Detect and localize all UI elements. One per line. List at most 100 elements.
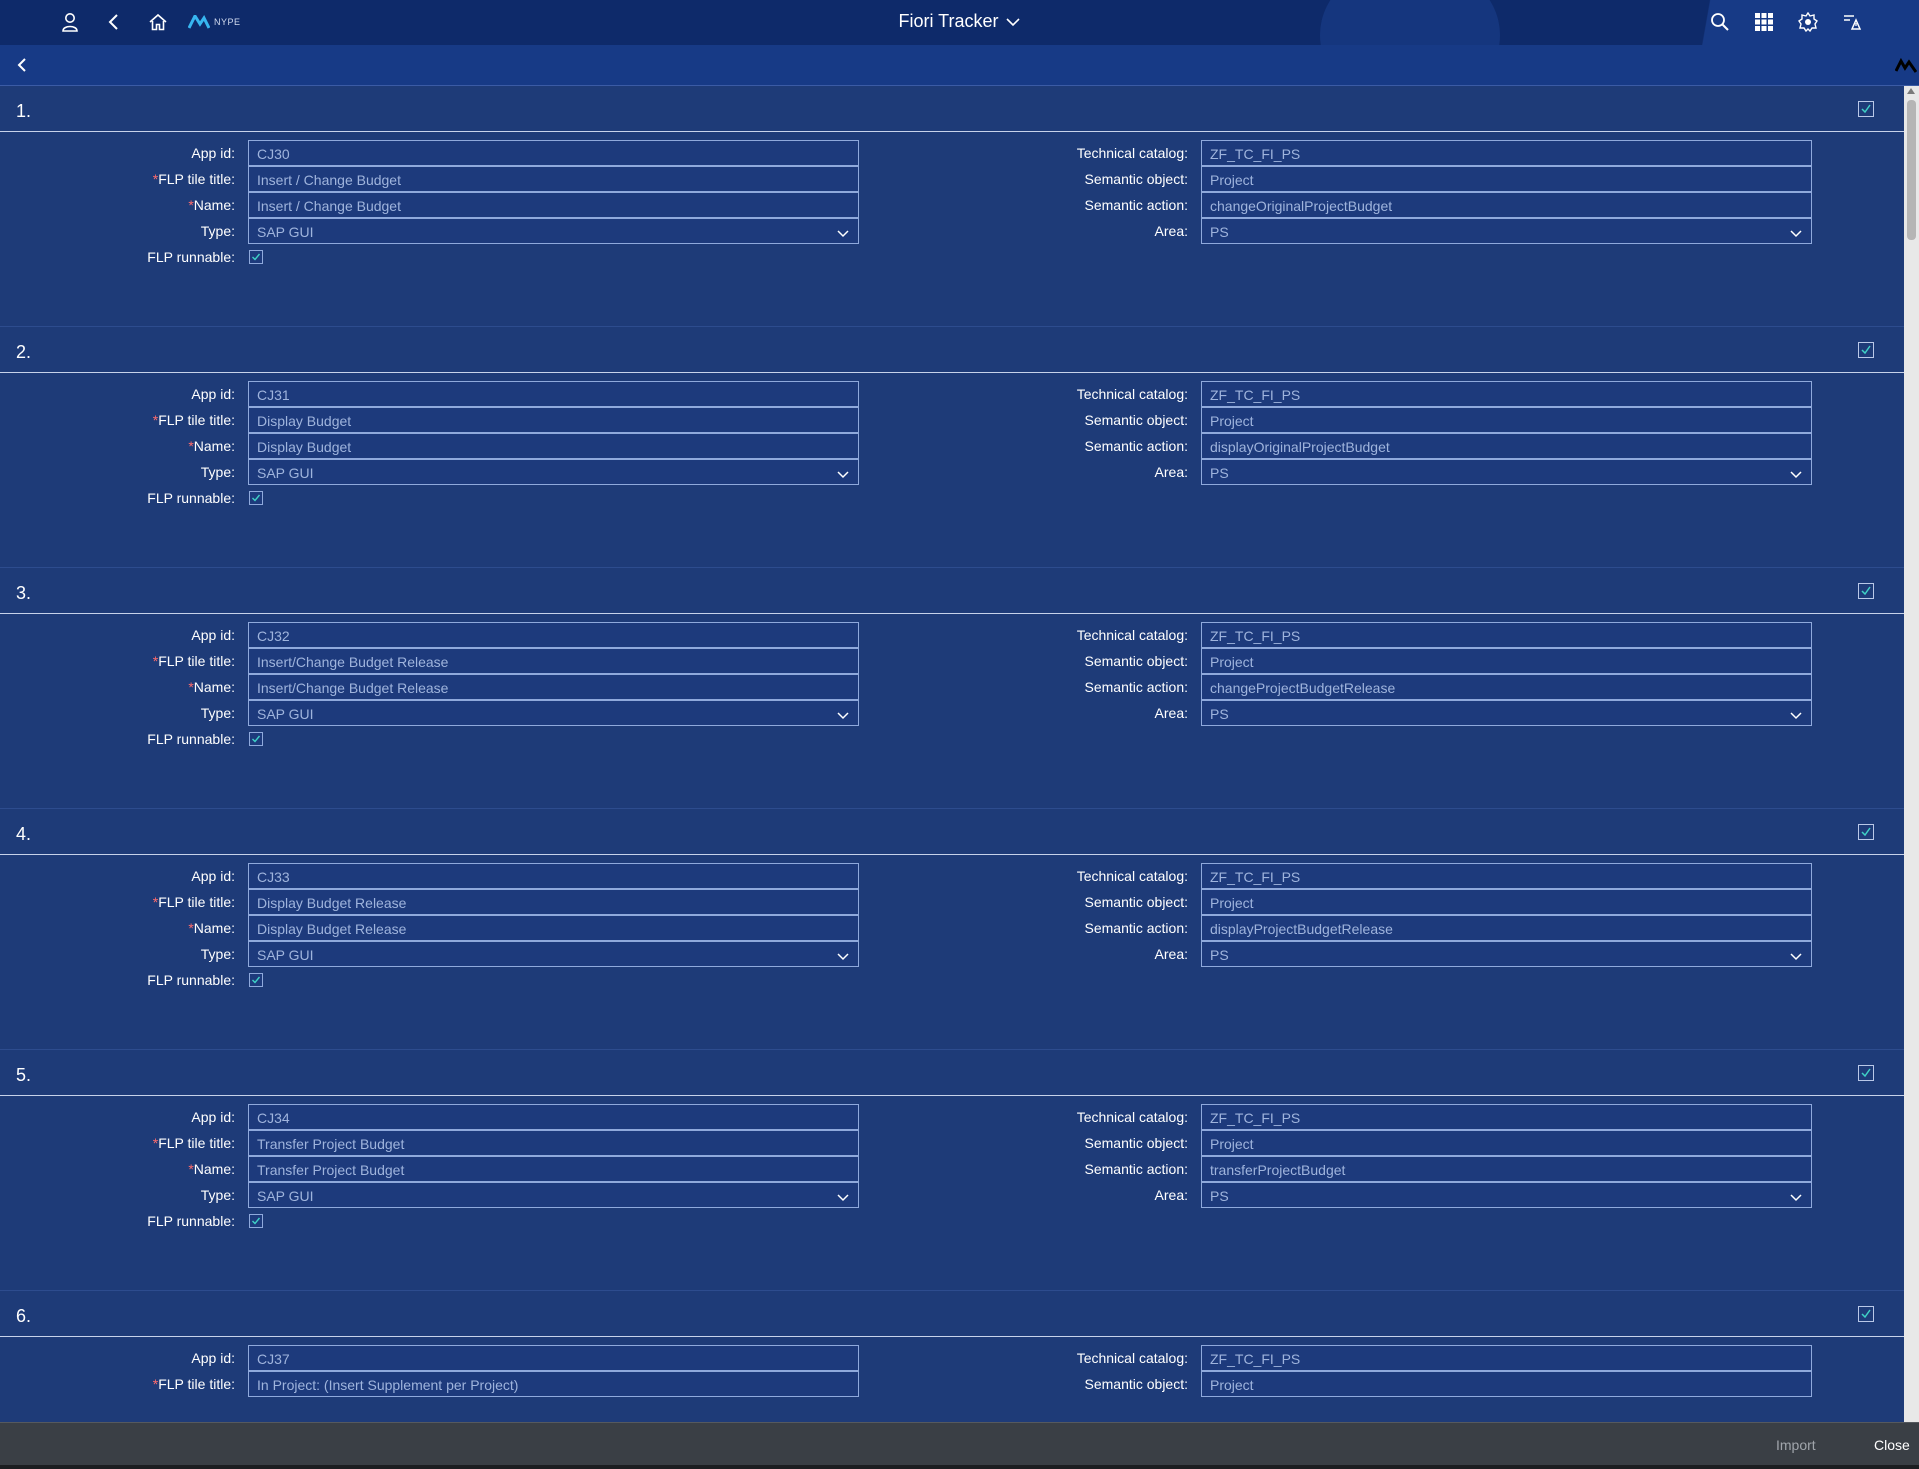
section-header: 4. xyxy=(0,809,1904,855)
chevron-down-icon[interactable] xyxy=(1789,949,1803,965)
back-icon[interactable] xyxy=(102,10,126,34)
app-title-button[interactable]: Fiori Tracker xyxy=(898,11,1020,31)
chevron-down-icon[interactable] xyxy=(1789,1190,1803,1206)
area-select[interactable]: PS xyxy=(1201,218,1812,244)
section-select-checkbox[interactable] xyxy=(1858,583,1874,599)
scrollbar-thumb[interactable] xyxy=(1907,100,1916,240)
technical-catalog-row: Technical catalog: ZF_TC_FI_PS xyxy=(0,1104,1900,1130)
technical-catalog-input[interactable]: ZF_TC_FI_PS xyxy=(1201,381,1812,407)
area-select[interactable]: PS xyxy=(1201,1182,1812,1208)
semantic-object-value: Project xyxy=(1210,1377,1254,1393)
flp-runnable-label-text: FLP runnable: xyxy=(147,972,235,988)
flp-runnable-label: FLP runnable: xyxy=(147,972,235,988)
semantic-action-label: Semantic action: xyxy=(1084,438,1189,454)
notifications-icon[interactable] xyxy=(1796,10,1820,34)
semantic-object-input[interactable]: Project xyxy=(1201,1130,1812,1156)
semantic-object-row: Semantic object: Project xyxy=(0,1371,1900,1397)
flp-runnable-row: FLP runnable: xyxy=(0,244,900,270)
semantic-object-value: Project xyxy=(1210,1136,1254,1152)
technical-catalog-input[interactable]: ZF_TC_FI_PS xyxy=(1201,863,1812,889)
company-logo[interactable]: NYPE xyxy=(188,13,241,31)
semantic-object-value: Project xyxy=(1210,172,1254,188)
flp-runnable-checkbox[interactable] xyxy=(249,1214,263,1228)
section-select-checkbox[interactable] xyxy=(1858,342,1874,358)
chevron-down-icon[interactable] xyxy=(1789,226,1803,242)
area-label: Area: xyxy=(1154,1187,1188,1203)
semantic-action-value: transferProjectBudget xyxy=(1210,1162,1346,1178)
semantic-action-input[interactable]: displayOriginalProjectBudget xyxy=(1201,433,1812,459)
close-button[interactable]: Close xyxy=(1874,1437,1910,1453)
technical-catalog-input[interactable]: ZF_TC_FI_PS xyxy=(1201,1104,1812,1130)
section-header: 3. xyxy=(0,568,1904,614)
section-header: 2. xyxy=(0,327,1904,373)
semantic-object-value: Project xyxy=(1210,895,1254,911)
section-select-checkbox[interactable] xyxy=(1858,1306,1874,1322)
semantic-action-row: Semantic action: displayProjectBudgetRele… xyxy=(0,915,1900,941)
app-section: 2. App id: CJ31 *FLP tile title: Display Bud… xyxy=(0,327,1904,568)
semantic-action-label: Semantic action: xyxy=(1084,197,1189,213)
semantic-action-input[interactable]: displayProjectBudgetRelease xyxy=(1201,915,1812,941)
app-title: Fiori Tracker xyxy=(898,11,999,31)
semantic-object-input[interactable]: Project xyxy=(1201,1371,1812,1397)
semantic-object-input[interactable]: Project xyxy=(1201,648,1812,674)
semantic-action-input[interactable]: changeOriginalProjectBudget xyxy=(1201,192,1812,218)
section-select-checkbox[interactable] xyxy=(1858,824,1874,840)
flp-runnable-checkbox[interactable] xyxy=(249,973,263,987)
flp-runnable-label: FLP runnable: xyxy=(147,731,235,747)
user-icon[interactable] xyxy=(58,10,82,34)
semantic-action-label: Semantic action: xyxy=(1084,1161,1189,1177)
technical-catalog-value: ZF_TC_FI_PS xyxy=(1210,387,1301,403)
section-select-checkbox[interactable] xyxy=(1858,1065,1874,1081)
technical-catalog-input[interactable]: ZF_TC_FI_PS xyxy=(1201,1345,1812,1371)
area-row: Area: PS xyxy=(0,459,1900,485)
home-icon[interactable] xyxy=(146,10,170,34)
technical-catalog-input[interactable]: ZF_TC_FI_PS xyxy=(1201,140,1812,166)
flp-runnable-checkbox[interactable] xyxy=(249,732,263,746)
help-icon[interactable] xyxy=(1840,10,1864,34)
scroll-up-arrow[interactable] xyxy=(1907,88,1915,94)
area-select[interactable]: PS xyxy=(1201,941,1812,967)
flp-runnable-label-text: FLP runnable: xyxy=(147,1213,235,1229)
vertical-scrollbar[interactable] xyxy=(1904,86,1919,1422)
search-icon[interactable] xyxy=(1708,10,1732,34)
app-section: 6. App id: CJ37 *FLP tile title: In Project:… xyxy=(0,1291,1904,1422)
flp-runnable-checkbox[interactable] xyxy=(249,250,263,264)
technical-catalog-input[interactable]: ZF_TC_FI_PS xyxy=(1201,622,1812,648)
semantic-object-input[interactable]: Project xyxy=(1201,166,1812,192)
semantic-object-input[interactable]: Project xyxy=(1201,407,1812,433)
section-number: 6. xyxy=(16,1306,32,1326)
area-label: Area: xyxy=(1154,464,1188,480)
area-select[interactable]: PS xyxy=(1201,700,1812,726)
tracker-list[interactable]: 1. App id: CJ30 *FLP tile title: Insert / Ch… xyxy=(0,86,1904,1422)
app-title-menu: Fiori Tracker xyxy=(0,11,1919,32)
semantic-object-label: Semantic object: xyxy=(1084,653,1189,669)
section-header: 1. xyxy=(0,86,1904,132)
semantic-action-value: displayProjectBudgetRelease xyxy=(1210,921,1393,937)
semantic-action-input[interactable]: changeProjectBudgetRelease xyxy=(1201,674,1812,700)
semantic-object-value: Project xyxy=(1210,654,1254,670)
semantic-object-input[interactable]: Project xyxy=(1201,889,1812,915)
section-number: 2. xyxy=(16,342,32,362)
semantic-action-row: Semantic action: displayOriginalProjectBu… xyxy=(0,433,1900,459)
semantic-action-input[interactable]: transferProjectBudget xyxy=(1201,1156,1812,1182)
sub-header xyxy=(0,45,1919,86)
technical-catalog-value: ZF_TC_FI_PS xyxy=(1210,1351,1301,1367)
chevron-down-icon xyxy=(1005,18,1020,27)
semantic-object-value: Project xyxy=(1210,413,1254,429)
flp-runnable-row: FLP runnable: xyxy=(0,967,900,993)
semantic-object-label: Semantic object: xyxy=(1084,894,1189,910)
area-select[interactable]: PS xyxy=(1201,459,1812,485)
chevron-down-icon[interactable] xyxy=(1789,708,1803,724)
logo-text: NYPE xyxy=(214,17,241,27)
area-row: Area: PS xyxy=(0,218,1900,244)
apps-grid-icon[interactable] xyxy=(1752,10,1776,34)
app-section: 5. App id: CJ34 *FLP tile title: Transfer Pr… xyxy=(0,1050,1904,1291)
nav-back-icon[interactable] xyxy=(12,55,32,75)
chevron-down-icon[interactable] xyxy=(1789,467,1803,483)
app-section: 4. App id: CJ33 *FLP tile title: Display Bud… xyxy=(0,809,1904,1050)
area-label: Area: xyxy=(1154,946,1188,962)
import-button[interactable]: Import xyxy=(1776,1437,1816,1453)
flp-runnable-checkbox[interactable] xyxy=(249,491,263,505)
technical-catalog-row: Technical catalog: ZF_TC_FI_PS xyxy=(0,863,1900,889)
section-select-checkbox[interactable] xyxy=(1858,101,1874,117)
